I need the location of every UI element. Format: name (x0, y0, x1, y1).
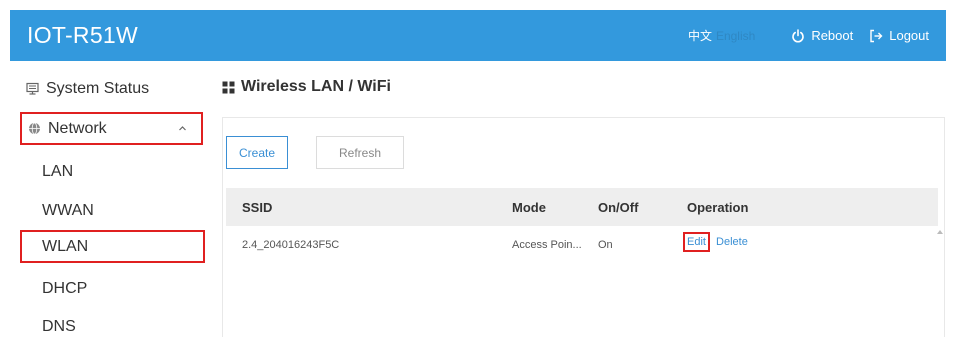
sidebar-item-label: DHCP (42, 279, 88, 297)
power-icon (791, 28, 805, 43)
edit-link[interactable]: Edit (683, 232, 710, 252)
column-header-ssid[interactable]: SSID (242, 200, 272, 215)
refresh-button[interactable]: Refresh (316, 136, 404, 169)
grid-icon (222, 81, 235, 94)
delete-link[interactable]: Delete (716, 236, 748, 248)
sidebar-item-network[interactable]: Network (20, 112, 203, 145)
sidebar-item-wwan[interactable]: WWAN (20, 194, 203, 227)
logout-label: Logout (889, 28, 929, 43)
column-header-onoff[interactable]: On/Off (598, 200, 638, 215)
logout-button[interactable]: Logout (869, 28, 929, 43)
main-content: Wireless LAN / WiFi Create Refresh SSID … (212, 61, 956, 337)
monitor-icon (26, 82, 39, 95)
wlan-panel: Create Refresh SSID Mode On/Off Operatio… (222, 117, 945, 337)
language-english-link[interactable]: English (716, 29, 755, 43)
sidebar-item-label: LAN (42, 162, 74, 180)
scroll-up-arrow-icon[interactable] (937, 230, 943, 234)
create-button[interactable]: Create (226, 136, 288, 169)
sidebar-item-system-status[interactable]: System Status (20, 72, 203, 105)
table-header: SSID Mode On/Off Operation (226, 188, 938, 226)
globe-icon (28, 122, 41, 135)
cell-onoff: On (598, 239, 613, 251)
app-title: IOT-R51W (27, 22, 139, 48)
column-header-mode[interactable]: Mode (512, 200, 546, 215)
table-row: 2.4_204016243F5C Access Poin... On Edit … (226, 226, 938, 264)
sidebar-item-label: System Status (46, 79, 150, 97)
reboot-button[interactable]: Reboot (791, 28, 853, 43)
sidebar-item-label: Network (48, 119, 107, 137)
header-actions: 中文 English Reboot Logout (688, 27, 929, 44)
column-header-operation: Operation (687, 200, 749, 215)
sidebar-item-label: WWAN (42, 201, 94, 219)
chevron-up-icon[interactable] (178, 124, 187, 133)
cell-ssid: 2.4_204016243F5C (242, 239, 340, 251)
sidebar-item-dhcp[interactable]: DHCP (20, 272, 203, 305)
page-title-text: Wireless LAN / WiFi (241, 78, 391, 95)
sidebar-item-label: WLAN (42, 237, 89, 255)
cell-operation: Edit Delete (683, 232, 748, 252)
sidebar-item-wlan[interactable]: WLAN (20, 230, 205, 263)
language-chinese-link[interactable]: 中文 (688, 27, 712, 44)
reboot-label: Reboot (811, 28, 854, 43)
cell-mode: Access Poin... (512, 239, 582, 251)
sidebar: System Status Network LAN WWAN WLAN DHCP… (10, 61, 207, 337)
top-header: IOT-R51W 中文 English Reboot Logout (10, 10, 946, 61)
sidebar-item-label: DNS (42, 317, 76, 335)
page-title: Wireless LAN / WiFi (222, 78, 391, 96)
table-scrollbar[interactable] (937, 226, 945, 337)
sidebar-item-dns[interactable]: DNS (20, 310, 203, 337)
sidebar-item-lan[interactable]: LAN (20, 155, 203, 188)
logout-icon (869, 29, 883, 43)
